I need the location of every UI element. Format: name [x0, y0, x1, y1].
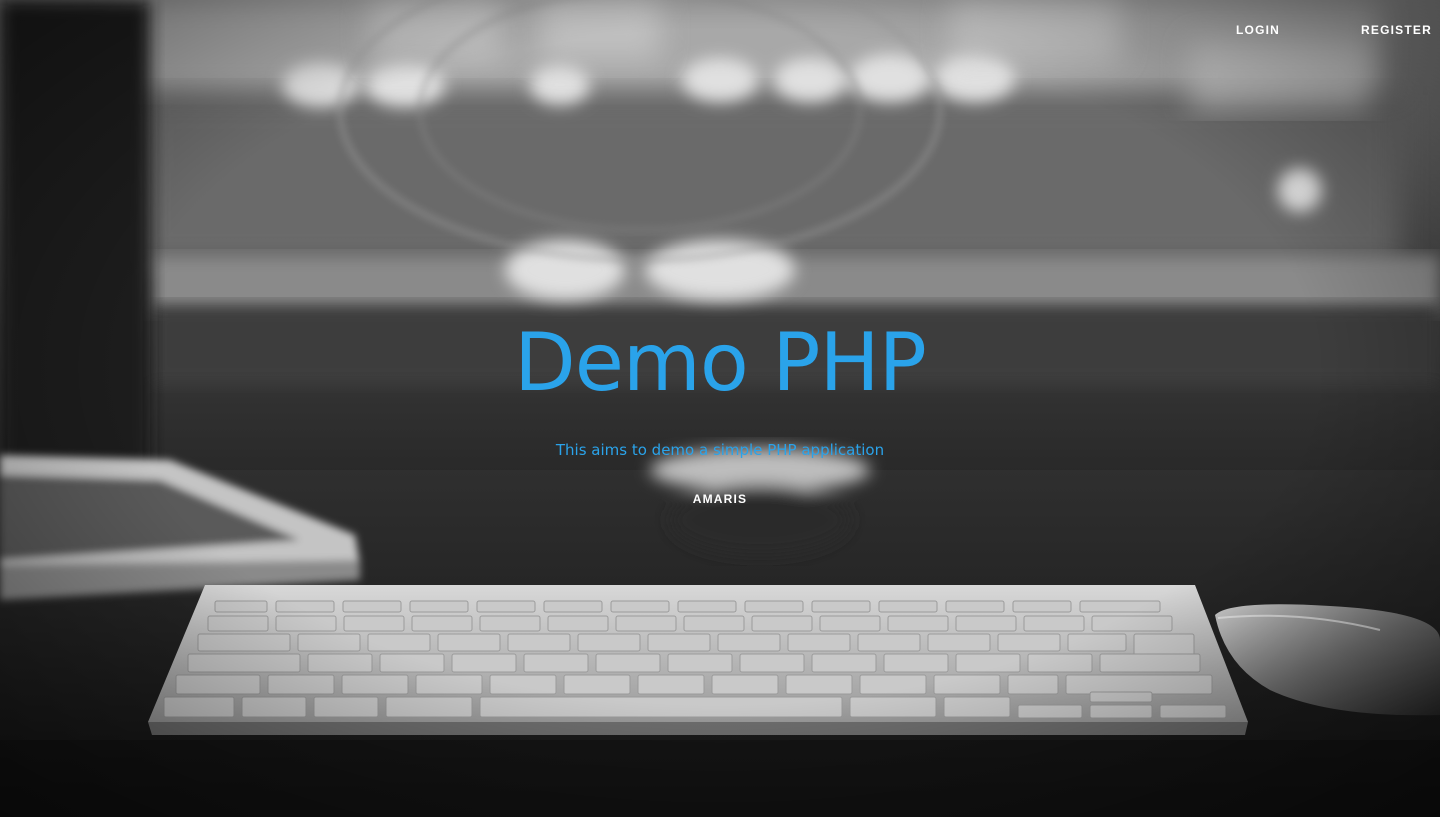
- page-subtitle: This aims to demo a simple PHP applicati…: [555, 441, 885, 459]
- hero-section: LOGIN REGISTER Demo PHP This aims to dem…: [0, 0, 1440, 817]
- login-link[interactable]: LOGIN: [1236, 22, 1280, 38]
- register-link[interactable]: REGISTER: [1361, 22, 1432, 38]
- author-name: AMARIS: [692, 492, 748, 506]
- page-title: Demo PHP: [514, 316, 927, 409]
